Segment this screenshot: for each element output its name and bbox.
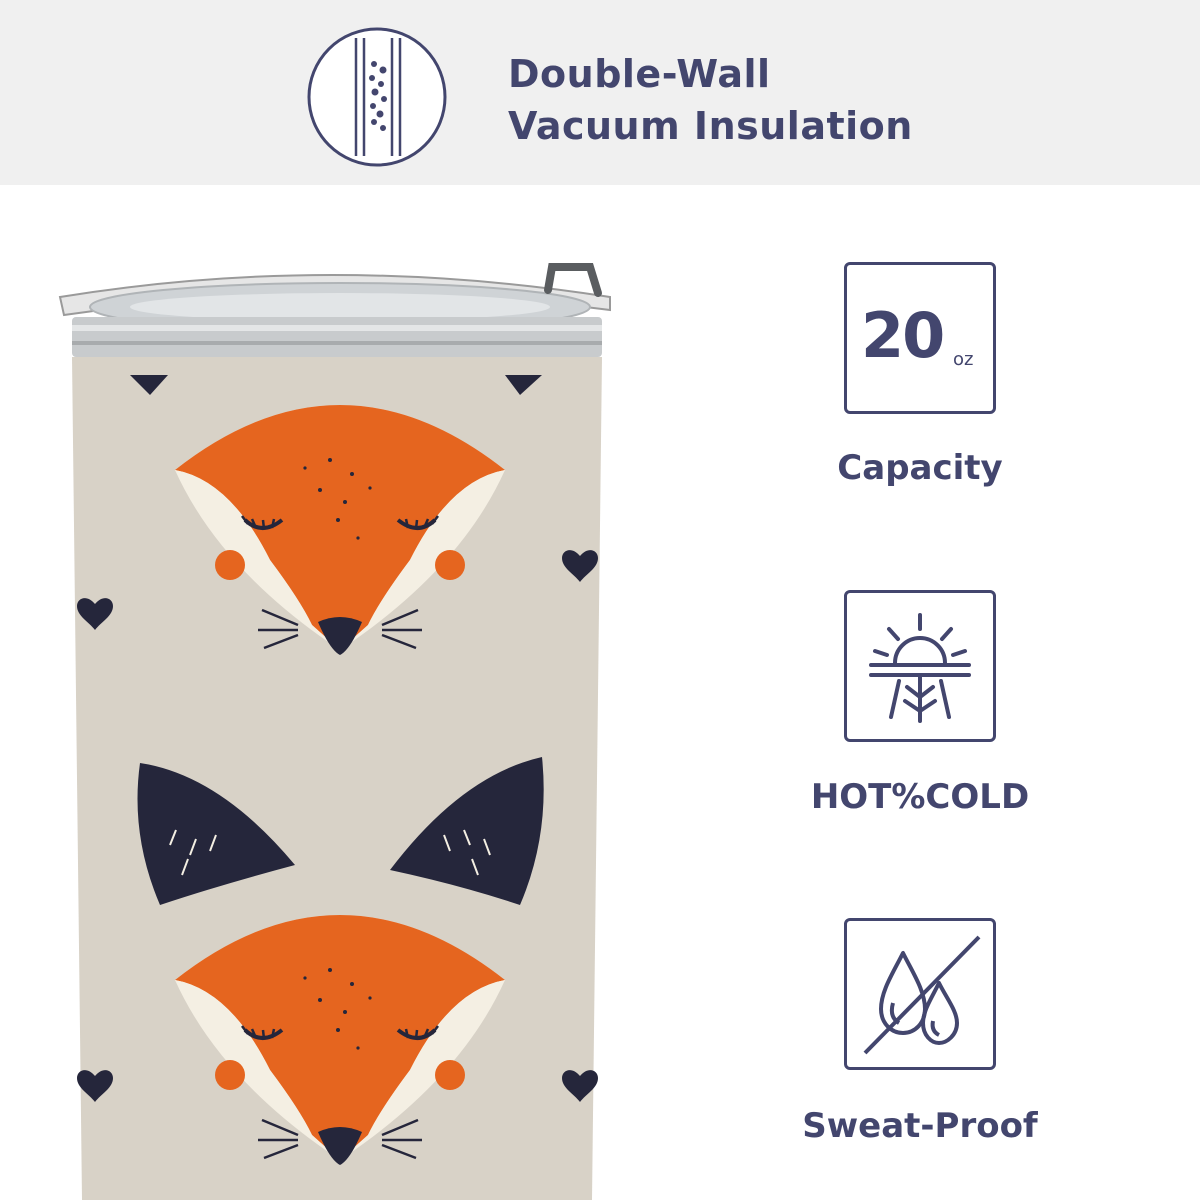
sun-snowflake-box: [844, 590, 996, 742]
tumbler-image: [58, 263, 611, 1200]
insulation-wall-icon: [307, 27, 447, 167]
capacity-number: 20: [861, 299, 945, 372]
headline-line-1: Double-Wall: [508, 52, 771, 96]
capacity-unit: oz: [953, 349, 974, 370]
insulation-headline: Double-Wall Vacuum Insulation: [508, 48, 913, 152]
capacity-icon: 20 oz: [844, 262, 996, 414]
no-sweat-drops-icon: [863, 935, 981, 1055]
headline-line-2: Vacuum Insulation: [508, 104, 913, 148]
sun-snowflake-icon: [869, 613, 971, 723]
no-sweat-box: [844, 918, 996, 1070]
hot-cold-label: HOT%COLD: [810, 777, 1030, 817]
sweat-proof-label: Sweat-Proof: [802, 1106, 1038, 1146]
capacity-label: Capacity: [837, 448, 1003, 488]
